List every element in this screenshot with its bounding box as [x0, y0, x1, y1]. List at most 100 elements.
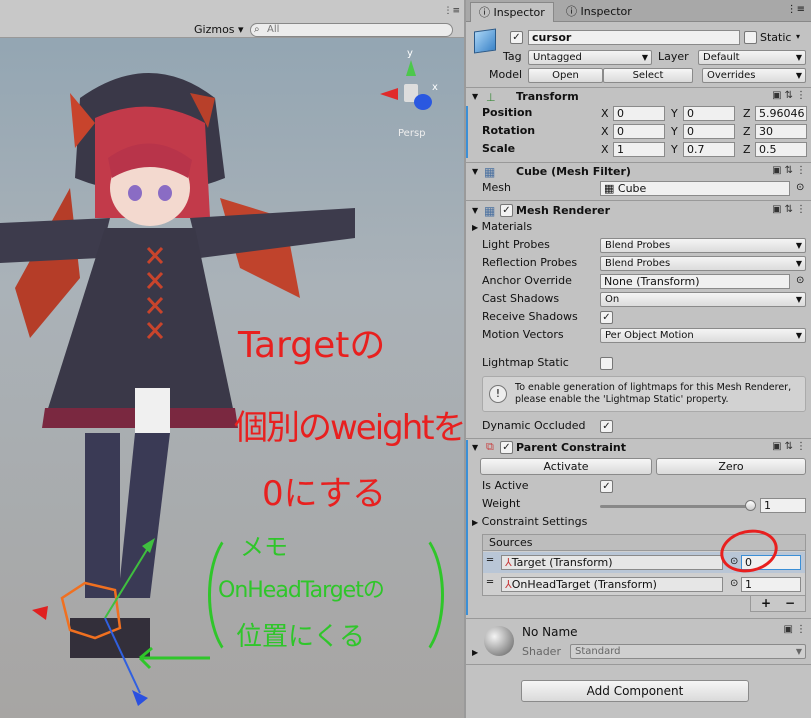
weight-slider-thumb[interactable]: [745, 500, 756, 511]
source-row-onhead[interactable]: ═ ⅄OnHeadTarget (Transform) ⊙ 1: [483, 574, 805, 595]
add-component-button[interactable]: Add Component: [521, 680, 749, 702]
annotation-red-line3: 0にする: [262, 474, 386, 514]
component-menu-icons[interactable]: ▣⇅⋮: [772, 165, 809, 176]
cast-shadows-dropdown[interactable]: On ▼: [600, 292, 806, 307]
overrides-dropdown[interactable]: Overrides ▼: [702, 68, 806, 83]
source-weight-field[interactable]: 1: [741, 577, 801, 592]
activate-button[interactable]: Activate: [480, 458, 652, 475]
materials-foldout[interactable]: ▶ Materials: [472, 219, 532, 236]
axis-z-cone: [414, 94, 432, 110]
anchor-override-field[interactable]: None (Transform): [600, 274, 790, 289]
position-label: Position: [482, 106, 533, 119]
position-x-label: X: [601, 107, 609, 120]
scale-x-field[interactable]: 1: [613, 142, 665, 157]
materials-label: Materials: [481, 220, 533, 233]
object-picker-icon[interactable]: ⊙: [796, 182, 804, 193]
reflection-probes-dropdown[interactable]: Blend Probes ▼: [600, 256, 806, 271]
mesh-field[interactable]: ▦ Cube: [600, 181, 790, 196]
static-checkbox[interactable]: [744, 31, 757, 44]
reflection-probes-label: Reflection Probes: [482, 256, 578, 269]
model-open-button[interactable]: Open: [528, 68, 603, 83]
constraint-icon: ⧉: [486, 440, 494, 453]
weight-field[interactable]: 1: [760, 498, 806, 513]
scale-y-field[interactable]: 0.7: [683, 142, 735, 157]
fold-arrow-icon: ▼: [472, 206, 479, 215]
scene-view[interactable]: ⋮≡ Gizmos ▾ ⌕ All y x Persp Targetの 個別のw…: [0, 0, 464, 718]
selection-bar: [466, 106, 468, 158]
leg-right: [118, 433, 170, 598]
chevron-down-icon: ▼: [641, 53, 648, 62]
scale-z-field[interactable]: 0.5: [755, 142, 807, 157]
object-picker-icon[interactable]: ⊙: [730, 578, 738, 589]
grid-icon: ▦: [484, 204, 496, 218]
position-y-field[interactable]: 0: [683, 106, 735, 121]
component-menu-icons[interactable]: ▣⇅⋮: [772, 204, 809, 215]
component-menu-icons[interactable]: ▣⋮: [784, 624, 809, 635]
divider: [466, 200, 811, 201]
kebab-menu-icon[interactable]: ⋮≡: [443, 6, 460, 16]
mesh-label: Mesh: [482, 181, 511, 194]
position-y-label: Y: [671, 107, 678, 120]
fold-arrow-icon[interactable]: ▶: [472, 648, 478, 657]
source-object-field[interactable]: ⅄OnHeadTarget (Transform): [501, 577, 723, 592]
transform-header[interactable]: ▼ ⊥ Transform ▣⇅⋮: [466, 88, 811, 106]
weight-slider-track[interactable]: [600, 505, 752, 508]
tab-inspector-active[interactable]: ⓘ Inspector: [470, 2, 554, 22]
receive-shadows-checkbox[interactable]: ✓: [600, 311, 613, 324]
rotation-x-field[interactable]: 0: [613, 124, 665, 139]
receive-shadows-label: Receive Shadows: [482, 310, 578, 323]
constraint-settings-foldout[interactable]: ▶ Constraint Settings: [472, 514, 587, 531]
lightmap-static-checkbox[interactable]: [600, 357, 613, 370]
tab-inspector-second[interactable]: ⓘ Inspector: [558, 2, 640, 22]
object-picker-icon[interactable]: ⊙: [796, 275, 804, 286]
static-dropdown-arrow-icon[interactable]: ▾: [796, 32, 800, 41]
lightmap-info-text-2: please enable the 'Lightmap Static' prop…: [515, 394, 729, 405]
list-footer: + −: [750, 596, 806, 612]
orientation-gizmo[interactable]: y x Persp: [378, 48, 440, 139]
drag-handle-icon[interactable]: ═: [487, 555, 493, 566]
source-object-field[interactable]: ⅄Target (Transform): [501, 555, 723, 570]
motion-vectors-value: Per Object Motion: [605, 330, 694, 341]
panel-menu-icon[interactable]: ⋮≡: [787, 4, 805, 15]
source-name: OnHeadTarget (Transform): [511, 578, 657, 591]
tag-dropdown[interactable]: Untagged ▼: [528, 50, 652, 65]
mesh-renderer-enabled-checkbox[interactable]: ✓: [500, 204, 513, 217]
model-select-button[interactable]: Select: [603, 68, 693, 83]
motion-vectors-dropdown[interactable]: Per Object Motion ▼: [600, 328, 806, 343]
light-probes-dropdown[interactable]: Blend Probes ▼: [600, 238, 806, 253]
parent-constraint-header[interactable]: ▼ ⧉ ✓ Parent Constraint ▣⇅⋮: [466, 439, 811, 457]
scale-y-label: Y: [671, 143, 678, 156]
lightmap-info-box: ! To enable generation of lightmaps for …: [482, 376, 806, 412]
material-sphere-preview: [484, 626, 514, 656]
zero-button[interactable]: Zero: [656, 458, 806, 475]
gizmos-dropdown[interactable]: Gizmos ▾: [190, 22, 248, 38]
rotation-y-field[interactable]: 0: [683, 124, 735, 139]
component-menu-icons[interactable]: ▣⇅⋮: [772, 90, 809, 101]
position-x-field[interactable]: 0: [613, 106, 665, 121]
shader-dropdown[interactable]: Standard ▼: [570, 644, 806, 659]
is-active-label: Is Active: [482, 479, 529, 492]
layer-dropdown[interactable]: Default ▼: [698, 50, 806, 65]
mesh-filter-header[interactable]: ▼ ▦ Cube (Mesh Filter) ▣⇅⋮: [466, 163, 811, 181]
axis-y-cone: [406, 60, 416, 76]
fold-arrow-icon: ▼: [472, 167, 479, 176]
parent-constraint-enabled-checkbox[interactable]: ✓: [500, 441, 513, 454]
is-active-checkbox[interactable]: ✓: [600, 480, 613, 493]
rotation-x-label: X: [601, 125, 609, 138]
add-source-button[interactable]: +: [761, 596, 771, 610]
fold-arrow-icon: ▼: [472, 92, 479, 101]
persp-label[interactable]: Persp: [398, 128, 426, 139]
layer-label: Layer: [658, 50, 689, 63]
remove-source-button[interactable]: −: [785, 596, 795, 610]
drag-handle-icon[interactable]: ═: [487, 577, 493, 588]
position-z-field[interactable]: 5.96046: [755, 106, 807, 121]
dynamic-occluded-checkbox[interactable]: ✓: [600, 420, 613, 433]
mesh-renderer-header[interactable]: ▼ ▦ ✓ Mesh Renderer ▣⇅⋮: [466, 202, 811, 220]
object-name-field[interactable]: cursor: [528, 30, 740, 45]
object-active-checkbox[interactable]: ✓: [510, 31, 523, 44]
material-section[interactable]: No Name Shader Standard ▼ ▣⋮ ▶: [466, 620, 811, 662]
rotation-z-field[interactable]: 30: [755, 124, 807, 139]
component-menu-icons[interactable]: ▣⇅⋮: [772, 441, 809, 452]
scene-search-input[interactable]: ⌕ All: [250, 23, 453, 37]
rotation-z-label: Z: [743, 125, 751, 138]
